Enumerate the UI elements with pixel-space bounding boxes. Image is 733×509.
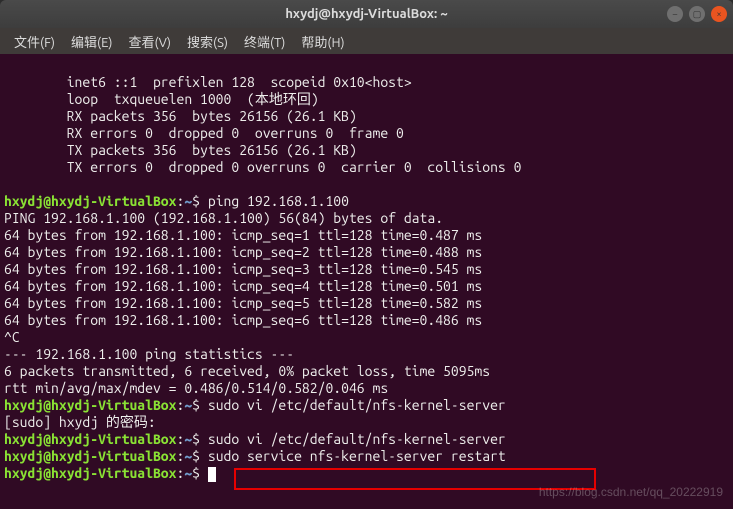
output-line: RX packets 356 bytes 26156 (26.1 KB) (4, 108, 357, 124)
menu-view[interactable]: 查看(V) (123, 30, 177, 53)
output-line: 64 bytes from 192.168.1.100: icmp_seq=3 … (4, 261, 482, 277)
watermark: https://blog.csdn.net/qq_20222919 (539, 484, 723, 501)
command: sudo vi /etc/default/nfs-kernel-server (200, 397, 506, 413)
maximize-button[interactable]: ▢ (689, 6, 705, 22)
menubar: 文件(F) 编辑(E) 查看(V) 搜索(S) 终端(T) 帮助(H) (0, 28, 733, 54)
prompt-user: hxydj@hxydj-VirtualBox (4, 465, 176, 481)
menu-edit[interactable]: 编辑(E) (65, 30, 118, 53)
prompt-user: hxydj@hxydj-VirtualBox (4, 448, 176, 464)
output-line: 64 bytes from 192.168.1.100: icmp_seq=4 … (4, 278, 482, 294)
output-line: ^C (4, 329, 20, 345)
prompt-end: $ (192, 465, 200, 481)
output-line: 64 bytes from 192.168.1.100: icmp_seq=2 … (4, 244, 482, 260)
output-line: TX errors 0 dropped 0 overruns 0 carrier… (4, 159, 521, 175)
prompt-end: $ (192, 431, 200, 447)
output-line: --- 192.168.1.100 ping statistics --- (4, 346, 294, 362)
output-line: 6 packets transmitted, 6 received, 0% pa… (4, 363, 490, 379)
prompt-path: ~ (184, 397, 192, 413)
command: sudo service nfs-kernel-server restart (200, 448, 506, 464)
minimize-button[interactable]: – (667, 6, 683, 22)
window-title: hxydj@hxydj-VirtualBox: ~ (285, 7, 447, 21)
menu-terminal[interactable]: 终端(T) (238, 30, 291, 53)
command: sudo vi /etc/default/nfs-kernel-server (200, 431, 506, 447)
prompt-end: $ (192, 397, 200, 413)
cursor (208, 467, 216, 482)
output-line: 64 bytes from 192.168.1.100: icmp_seq=6 … (4, 312, 482, 328)
output-line: TX packets 356 bytes 26156 (26.1 KB) (4, 142, 357, 158)
output-line: [sudo] hxydj 的密码: (4, 414, 156, 430)
output-line: 64 bytes from 192.168.1.100: icmp_seq=1 … (4, 227, 482, 243)
output-line: rtt min/avg/max/mdev = 0.486/0.514/0.582… (4, 380, 388, 396)
prompt-end: $ (192, 448, 200, 464)
window-controls: – ▢ × (667, 6, 727, 22)
command (200, 465, 208, 481)
terminal-area[interactable]: inet6 ::1 prefixlen 128 scopeid 0x10<hos… (0, 54, 733, 509)
output-line: loop txqueuelen 1000 (本地环回) (4, 91, 319, 107)
prompt-end: $ (192, 193, 200, 209)
command: ping 192.168.1.100 (200, 193, 349, 209)
menu-search[interactable]: 搜索(S) (181, 30, 234, 53)
prompt-user: hxydj@hxydj-VirtualBox (4, 431, 176, 447)
output-line: PING 192.168.1.100 (192.168.1.100) 56(84… (4, 210, 443, 226)
menu-file[interactable]: 文件(F) (8, 30, 61, 53)
close-button[interactable]: × (711, 6, 727, 22)
output-line: 64 bytes from 192.168.1.100: icmp_seq=5 … (4, 295, 482, 311)
prompt-path: ~ (184, 465, 192, 481)
output-line: RX errors 0 dropped 0 overruns 0 frame 0 (4, 125, 404, 141)
prompt-user: hxydj@hxydj-VirtualBox (4, 397, 176, 413)
prompt-path: ~ (184, 431, 192, 447)
titlebar: hxydj@hxydj-VirtualBox: ~ – ▢ × (0, 0, 733, 28)
menu-help[interactable]: 帮助(H) (295, 30, 350, 53)
prompt-user: hxydj@hxydj-VirtualBox (4, 193, 176, 209)
prompt-path: ~ (184, 448, 192, 464)
prompt-path: ~ (184, 193, 192, 209)
output-line: inet6 ::1 prefixlen 128 scopeid 0x10<hos… (4, 74, 412, 90)
